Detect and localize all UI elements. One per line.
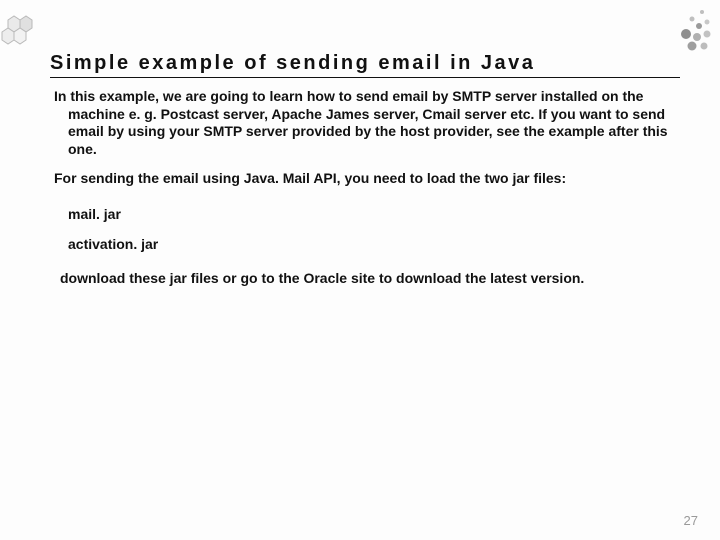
page-number: 27: [684, 513, 698, 528]
download-instruction: download these jar files or go to the Or…: [60, 270, 680, 286]
jar-file-1: mail. jar: [68, 206, 680, 222]
jar-file-2: activation. jar: [68, 236, 680, 252]
intro-paragraph: In this example, we are going to learn h…: [64, 88, 680, 158]
api-requirement-line: For sending the email using Java. Mail A…: [50, 170, 680, 188]
slide-content: Simple example of sending email in Java …: [50, 52, 680, 286]
page-title: Simple example of sending email in Java: [50, 52, 680, 78]
dot-decoration-right: [660, 4, 714, 54]
hex-decoration-left: [0, 6, 60, 51]
